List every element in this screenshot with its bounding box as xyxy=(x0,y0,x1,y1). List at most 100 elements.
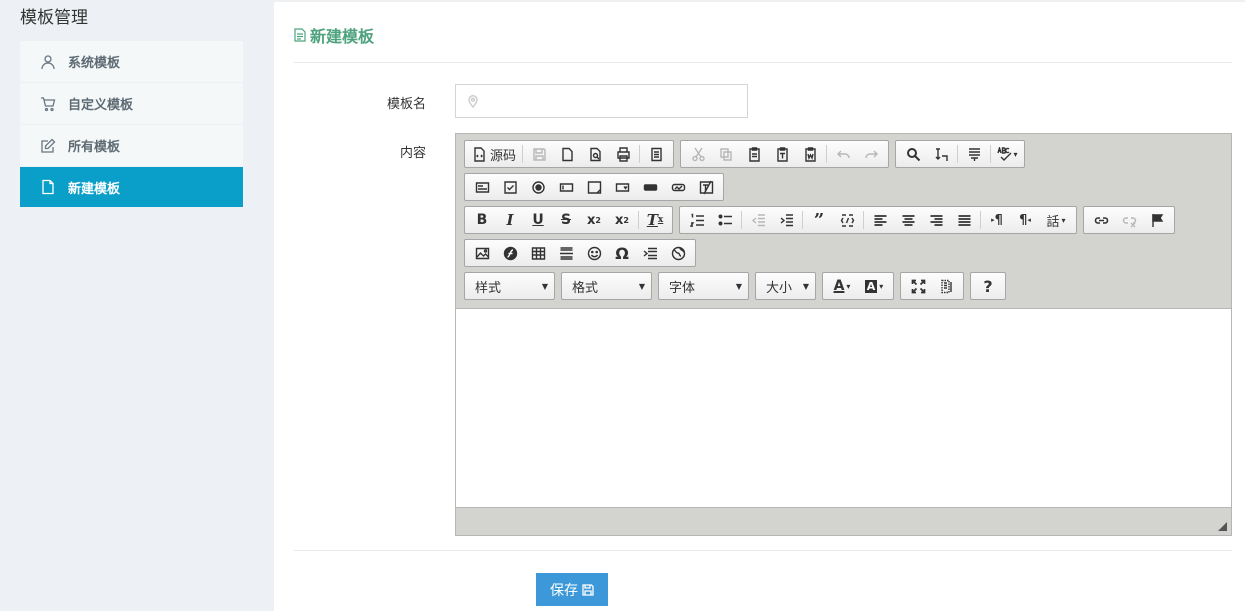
select-button[interactable] xyxy=(608,175,636,199)
sidebar-item-system-templates[interactable]: 系统模板 xyxy=(20,41,243,82)
copy-button[interactable] xyxy=(712,142,740,166)
outdent-icon xyxy=(751,213,765,226)
toolbar-group-forms xyxy=(464,173,724,201)
search-icon xyxy=(906,147,920,161)
undo-button[interactable] xyxy=(829,142,857,166)
text-color-button[interactable]: A ▾ xyxy=(826,274,858,298)
source-button[interactable]: 源码 xyxy=(468,142,520,166)
cut-button[interactable] xyxy=(684,142,712,166)
print-button[interactable] xyxy=(609,142,637,166)
checkbox-icon xyxy=(503,180,517,194)
editor-content-area[interactable] xyxy=(456,308,1231,508)
font-combo[interactable]: 字体 ▼ xyxy=(658,272,749,300)
radio-icon xyxy=(531,180,545,194)
paste-word-button[interactable] xyxy=(796,142,824,166)
align-left-button[interactable] xyxy=(866,208,894,232)
textfield-button[interactable] xyxy=(552,175,580,199)
size-combo-label: 大小 xyxy=(766,280,793,296)
language-button[interactable]: 話 ▾ xyxy=(1039,208,1073,232)
sidebar-title: 模板管理 xyxy=(20,8,88,28)
flag-icon xyxy=(1151,213,1163,227)
imagebutton-button[interactable] xyxy=(664,175,692,199)
save-button[interactable]: 保存 xyxy=(536,573,608,606)
checkbox-button[interactable] xyxy=(496,175,524,199)
source-label: 源码 xyxy=(490,148,517,164)
show-blocks-button[interactable] xyxy=(932,274,960,298)
file-icon xyxy=(42,179,54,195)
button-button[interactable] xyxy=(636,175,664,199)
format-combo[interactable]: 格式 ▼ xyxy=(561,272,652,300)
chevron-down-icon: ▼ xyxy=(638,281,645,291)
select-all-button[interactable] xyxy=(960,142,988,166)
resize-handle[interactable] xyxy=(1218,522,1227,531)
style-combo-label: 样式 xyxy=(475,280,502,296)
strikethrough-button[interactable]: S xyxy=(552,208,580,232)
paste-text-button[interactable] xyxy=(768,142,796,166)
horizontal-rule-icon xyxy=(559,246,573,260)
form-button[interactable] xyxy=(468,175,496,199)
style-combo[interactable]: 样式 ▼ xyxy=(464,272,555,300)
save-doc-button[interactable] xyxy=(525,142,553,166)
horizontal-rule-button[interactable] xyxy=(552,241,580,265)
align-right-button[interactable] xyxy=(922,208,950,232)
smiley-button[interactable] xyxy=(580,241,608,265)
template-name-field[interactable] xyxy=(455,84,748,118)
ltr-button[interactable]: ▸ ¶ xyxy=(983,208,1011,232)
toolbar-group-links xyxy=(1083,206,1175,234)
rtl-button[interactable]: ¶ ◂ xyxy=(1011,208,1039,232)
anchor-button[interactable] xyxy=(1143,208,1171,232)
main-content: 新建模板 模板名 内容 源码 ▾ B I U S x 2 x 2 T x ” ▸… xyxy=(274,0,1245,611)
bulleted-list-button[interactable] xyxy=(711,208,739,232)
table-button[interactable] xyxy=(524,241,552,265)
maximize-button[interactable] xyxy=(904,274,932,298)
maximize-icon xyxy=(911,279,925,293)
about-button[interactable]: ? xyxy=(974,274,1002,298)
hiddenfield-button[interactable] xyxy=(692,175,720,199)
unlink-button[interactable] xyxy=(1115,208,1143,232)
paste-button[interactable] xyxy=(740,142,768,166)
subscript-button[interactable]: x2 xyxy=(580,208,608,232)
spellcheck-button[interactable]: ▾ xyxy=(993,142,1021,166)
flash-button[interactable] xyxy=(496,241,524,265)
image-button[interactable] xyxy=(468,241,496,265)
new-page-button[interactable] xyxy=(553,142,581,166)
outdent-button[interactable] xyxy=(744,208,772,232)
sidebar-item-all-templates[interactable]: 所有模板 xyxy=(20,125,243,166)
toolbar-row: Ω xyxy=(464,239,702,267)
numbered-list-button[interactable] xyxy=(683,208,711,232)
pagebreak-icon xyxy=(643,247,657,259)
blockquote-button[interactable]: ” xyxy=(805,208,833,232)
align-center-button[interactable] xyxy=(894,208,922,232)
show-blocks-icon xyxy=(940,279,952,293)
flash-icon xyxy=(503,246,517,260)
superscript-button[interactable]: x2 xyxy=(608,208,636,232)
sidebar-item-new-template[interactable]: 新建模板 xyxy=(20,167,243,207)
find-button[interactable] xyxy=(899,142,927,166)
page-title: 新建模板 xyxy=(294,23,374,47)
remove-format-button[interactable]: Tx xyxy=(641,208,669,232)
pagebreak-button[interactable] xyxy=(636,241,664,265)
radio-button[interactable] xyxy=(524,175,552,199)
bold-button[interactable]: B xyxy=(468,208,496,232)
redo-button[interactable] xyxy=(857,142,885,166)
iframe-button[interactable] xyxy=(664,241,692,265)
size-combo[interactable]: 大小 ▼ xyxy=(755,272,816,300)
creatediv-button[interactable] xyxy=(833,208,861,232)
link-button[interactable] xyxy=(1087,208,1115,232)
justify-button[interactable] xyxy=(950,208,978,232)
undo-icon xyxy=(836,150,850,158)
separator xyxy=(957,145,959,163)
preview-button[interactable] xyxy=(581,142,609,166)
textarea-button[interactable] xyxy=(580,175,608,199)
separator xyxy=(741,211,742,229)
sidebar-item-custom-templates[interactable]: 自定义模板 xyxy=(20,83,243,124)
templates-button[interactable] xyxy=(642,142,670,166)
content-label: 内容 xyxy=(399,146,426,161)
italic-button[interactable]: I xyxy=(496,208,524,232)
bg-color-button[interactable]: A ▾ xyxy=(858,274,890,298)
template-name-input[interactable] xyxy=(484,87,747,115)
replace-button[interactable] xyxy=(927,142,955,166)
special-char-button[interactable]: Ω xyxy=(608,241,636,265)
indent-button[interactable] xyxy=(772,208,800,232)
underline-button[interactable]: U xyxy=(524,208,552,232)
